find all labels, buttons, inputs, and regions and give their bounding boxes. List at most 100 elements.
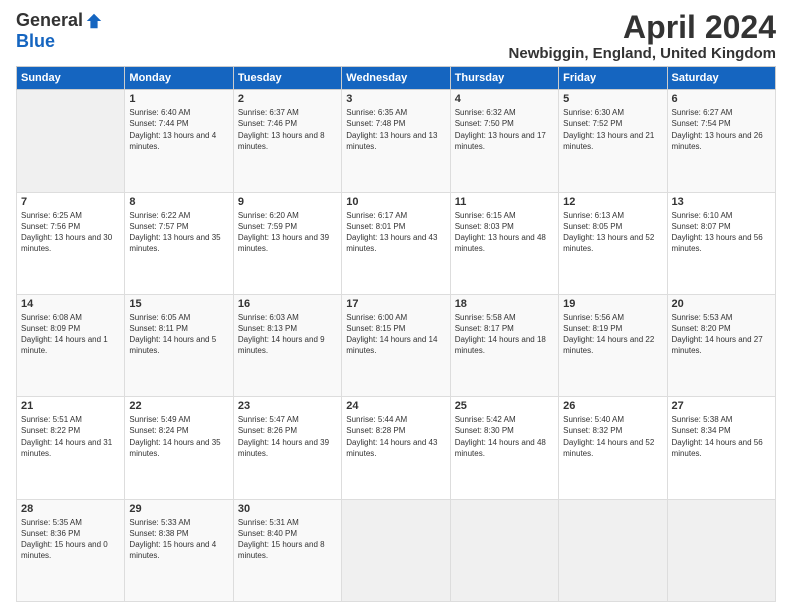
day-number: 20 xyxy=(672,298,771,310)
day-number: 4 xyxy=(455,93,554,105)
page: General Blue April 2024 Newbiggin, Engla… xyxy=(0,0,792,612)
calendar-cell: 24 Sunrise: 5:44 AMSunset: 8:28 PMDayligh… xyxy=(342,397,450,499)
calendar-cell: 20 Sunrise: 5:53 AMSunset: 8:20 PMDayligh… xyxy=(667,294,775,396)
day-number: 23 xyxy=(238,400,337,412)
day-number: 13 xyxy=(672,196,771,208)
day-info: Sunrise: 6:27 AMSunset: 7:54 PMDaylight:… xyxy=(672,107,771,152)
day-info: Sunrise: 5:38 AMSunset: 8:34 PMDaylight:… xyxy=(672,414,771,459)
day-header-wednesday: Wednesday xyxy=(342,67,450,90)
day-number: 10 xyxy=(346,196,445,208)
calendar-cell: 17 Sunrise: 6:00 AMSunset: 8:15 PMDayligh… xyxy=(342,294,450,396)
day-info: Sunrise: 5:51 AMSunset: 8:22 PMDaylight:… xyxy=(21,414,120,459)
day-info: Sunrise: 6:08 AMSunset: 8:09 PMDaylight:… xyxy=(21,312,120,357)
header-row: SundayMondayTuesdayWednesdayThursdayFrid… xyxy=(17,67,776,90)
day-number: 26 xyxy=(563,400,662,412)
day-info: Sunrise: 6:30 AMSunset: 7:52 PMDaylight:… xyxy=(563,107,662,152)
day-number: 11 xyxy=(455,196,554,208)
calendar-cell: 16 Sunrise: 6:03 AMSunset: 8:13 PMDayligh… xyxy=(233,294,341,396)
day-info: Sunrise: 5:53 AMSunset: 8:20 PMDaylight:… xyxy=(672,312,771,357)
calendar-cell xyxy=(559,499,667,601)
day-info: Sunrise: 5:58 AMSunset: 8:17 PMDaylight:… xyxy=(455,312,554,357)
calendar-cell xyxy=(667,499,775,601)
calendar-cell: 23 Sunrise: 5:47 AMSunset: 8:26 PMDayligh… xyxy=(233,397,341,499)
day-number: 29 xyxy=(129,503,228,515)
day-info: Sunrise: 6:15 AMSunset: 8:03 PMDaylight:… xyxy=(455,210,554,255)
day-number: 15 xyxy=(129,298,228,310)
day-info: Sunrise: 6:22 AMSunset: 7:57 PMDaylight:… xyxy=(129,210,228,255)
logo-blue-text: Blue xyxy=(16,31,55,52)
logo-icon xyxy=(85,12,103,30)
calendar-cell: 15 Sunrise: 6:05 AMSunset: 8:11 PMDayligh… xyxy=(125,294,233,396)
day-info: Sunrise: 6:20 AMSunset: 7:59 PMDaylight:… xyxy=(238,210,337,255)
logo-general-text: General xyxy=(16,10,83,31)
day-info: Sunrise: 5:47 AMSunset: 8:26 PMDaylight:… xyxy=(238,414,337,459)
day-info: Sunrise: 6:10 AMSunset: 8:07 PMDaylight:… xyxy=(672,210,771,255)
week-row-5: 28Sunrise: 5:35 AMSunset: 8:36 PMDayligh… xyxy=(17,499,776,601)
day-number: 17 xyxy=(346,298,445,310)
day-header-sunday: Sunday xyxy=(17,67,125,90)
day-info: Sunrise: 6:17 AMSunset: 8:01 PMDaylight:… xyxy=(346,210,445,255)
calendar-cell: 27 Sunrise: 5:38 AMSunset: 8:34 PMDayligh… xyxy=(667,397,775,499)
title-section: April 2024 Newbiggin, England, United Ki… xyxy=(509,10,776,62)
calendar-cell xyxy=(17,90,125,192)
calendar-cell: 18 Sunrise: 5:58 AMSunset: 8:17 PMDayligh… xyxy=(450,294,558,396)
day-header-monday: Monday xyxy=(125,67,233,90)
day-number: 21 xyxy=(21,400,120,412)
day-number: 12 xyxy=(563,196,662,208)
day-number: 27 xyxy=(672,400,771,412)
day-info: Sunrise: 6:25 AMSunset: 7:56 PMDaylight:… xyxy=(21,210,120,255)
day-number: 7 xyxy=(21,196,120,208)
day-info: Sunrise: 6:05 AMSunset: 8:11 PMDaylight:… xyxy=(129,312,228,357)
day-header-saturday: Saturday xyxy=(667,67,775,90)
day-number: 8 xyxy=(129,196,228,208)
day-info: Sunrise: 6:40 AMSunset: 7:44 PMDaylight:… xyxy=(129,107,228,152)
calendar-cell: 2 Sunrise: 6:37 AMSunset: 7:46 PMDaylight… xyxy=(233,90,341,192)
month-title: April 2024 xyxy=(509,10,776,45)
day-info: Sunrise: 6:13 AMSunset: 8:05 PMDaylight:… xyxy=(563,210,662,255)
calendar-cell: 3Sunrise: 6:35 AMSunset: 7:48 PMDaylight… xyxy=(342,90,450,192)
day-info: Sunrise: 5:44 AMSunset: 8:28 PMDaylight:… xyxy=(346,414,445,459)
day-info: Sunrise: 5:31 AMSunset: 8:40 PMDaylight:… xyxy=(238,517,337,562)
day-number: 30 xyxy=(238,503,337,515)
calendar-cell: 9 Sunrise: 6:20 AMSunset: 7:59 PMDaylight… xyxy=(233,192,341,294)
day-info: Sunrise: 6:00 AMSunset: 8:15 PMDaylight:… xyxy=(346,312,445,357)
calendar-cell: 13 Sunrise: 6:10 AMSunset: 8:07 PMDayligh… xyxy=(667,192,775,294)
day-info: Sunrise: 5:56 AMSunset: 8:19 PMDaylight:… xyxy=(563,312,662,357)
day-number: 24 xyxy=(346,400,445,412)
day-number: 25 xyxy=(455,400,554,412)
day-number: 5 xyxy=(563,93,662,105)
day-number: 6 xyxy=(672,93,771,105)
calendar-cell xyxy=(342,499,450,601)
calendar-cell: 28Sunrise: 5:35 AMSunset: 8:36 PMDayligh… xyxy=(17,499,125,601)
day-number: 9 xyxy=(238,196,337,208)
calendar-cell: 8 Sunrise: 6:22 AMSunset: 7:57 PMDaylight… xyxy=(125,192,233,294)
day-number: 16 xyxy=(238,298,337,310)
calendar-cell: 4Sunrise: 6:32 AMSunset: 7:50 PMDaylight… xyxy=(450,90,558,192)
day-info: Sunrise: 5:40 AMSunset: 8:32 PMDaylight:… xyxy=(563,414,662,459)
calendar-cell: 5 Sunrise: 6:30 AMSunset: 7:52 PMDaylight… xyxy=(559,90,667,192)
calendar-cell: 6 Sunrise: 6:27 AMSunset: 7:54 PMDaylight… xyxy=(667,90,775,192)
day-number: 22 xyxy=(129,400,228,412)
calendar-cell: 7 Sunrise: 6:25 AMSunset: 7:56 PMDaylight… xyxy=(17,192,125,294)
day-number: 1 xyxy=(129,93,228,105)
calendar-cell: 1 Sunrise: 6:40 AMSunset: 7:44 PMDaylight… xyxy=(125,90,233,192)
day-info: Sunrise: 5:33 AMSunset: 8:38 PMDaylight:… xyxy=(129,517,228,562)
day-header-thursday: Thursday xyxy=(450,67,558,90)
day-number: 18 xyxy=(455,298,554,310)
day-number: 14 xyxy=(21,298,120,310)
week-row-1: 1 Sunrise: 6:40 AMSunset: 7:44 PMDaylight… xyxy=(17,90,776,192)
calendar-cell: 25Sunrise: 5:42 AMSunset: 8:30 PMDayligh… xyxy=(450,397,558,499)
day-number: 3 xyxy=(346,93,445,105)
day-number: 2 xyxy=(238,93,337,105)
calendar-cell: 21 Sunrise: 5:51 AMSunset: 8:22 PMDayligh… xyxy=(17,397,125,499)
calendar-cell: 12 Sunrise: 6:13 AMSunset: 8:05 PMDayligh… xyxy=(559,192,667,294)
day-info: Sunrise: 6:37 AMSunset: 7:46 PMDaylight:… xyxy=(238,107,337,152)
calendar-cell xyxy=(450,499,558,601)
calendar-cell: 22Sunrise: 5:49 AMSunset: 8:24 PMDayligh… xyxy=(125,397,233,499)
day-header-friday: Friday xyxy=(559,67,667,90)
calendar-cell: 26 Sunrise: 5:40 AMSunset: 8:32 PMDayligh… xyxy=(559,397,667,499)
calendar-cell: 29 Sunrise: 5:33 AMSunset: 8:38 PMDayligh… xyxy=(125,499,233,601)
day-number: 28 xyxy=(21,503,120,515)
week-row-2: 7 Sunrise: 6:25 AMSunset: 7:56 PMDaylight… xyxy=(17,192,776,294)
day-info: Sunrise: 6:03 AMSunset: 8:13 PMDaylight:… xyxy=(238,312,337,357)
